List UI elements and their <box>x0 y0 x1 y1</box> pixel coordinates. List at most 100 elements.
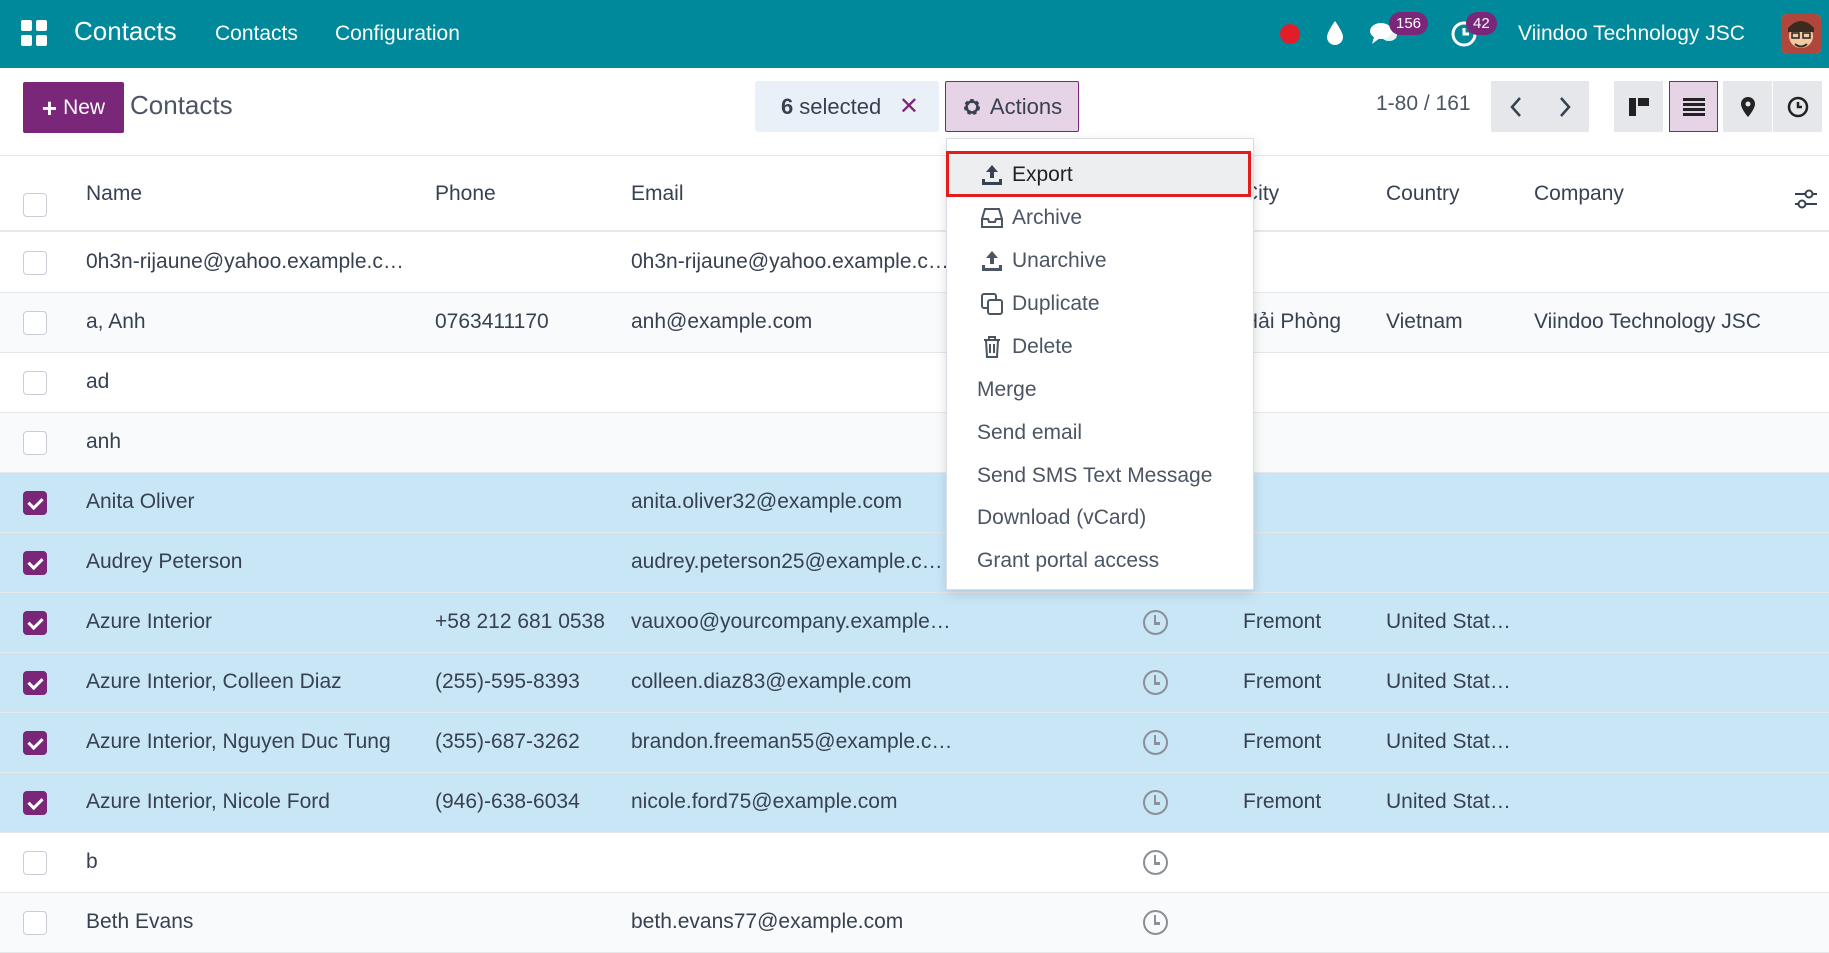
copy-icon <box>981 293 1003 315</box>
control-panel: + New Contacts 6 selected ✕ Actions 1-80 … <box>0 68 1829 156</box>
select-all-checkbox[interactable] <box>23 193 47 217</box>
column-header-email[interactable]: Email <box>631 182 684 206</box>
table-row[interactable]: Azure Interior, Nguyen Duc Tung (355)-687… <box>0 713 1829 773</box>
row-checkbox[interactable] <box>23 491 47 515</box>
activity-clock-icon[interactable] <box>1143 850 1168 875</box>
menu-item-send-sms[interactable]: Send SMS Text Message <box>947 454 1253 497</box>
cell-email: beth.evans77@example.com <box>631 910 904 933</box>
table-row[interactable]: a, Anh 0763411170 anh@example.com Hải Phòng… <box>0 293 1829 353</box>
clock-icon <box>1787 96 1808 117</box>
activity-clock-icon[interactable] <box>1143 790 1168 815</box>
activity-clock-icon[interactable] <box>1143 670 1168 695</box>
clear-selection-icon[interactable]: ✕ <box>899 92 919 121</box>
app-brand[interactable]: Contacts <box>74 16 177 47</box>
table-row[interactable]: ad <box>0 353 1829 413</box>
cell-name: Beth Evans <box>86 910 194 933</box>
table-row[interactable]: b <box>0 833 1829 893</box>
activities-badge: 42 <box>1466 12 1497 35</box>
actions-dropdown-menu: Export Archive Unarchive Duplicate Delet… <box>946 138 1254 590</box>
menu-item-download-vcard[interactable]: Download (vCard) <box>947 496 1253 539</box>
cell-email: colleen.diaz83@example.com <box>631 670 912 693</box>
cell-phone: (255)-595-8393 <box>435 670 580 693</box>
menu-item-delete[interactable]: Delete <box>947 325 1253 368</box>
cell-city: Fremont <box>1243 610 1322 633</box>
nav-link-configuration[interactable]: Configuration <box>335 22 460 46</box>
record-icon[interactable] <box>1280 24 1300 44</box>
column-header-name[interactable]: Name <box>86 182 142 206</box>
export-highlight-frame <box>946 151 1251 197</box>
row-checkbox[interactable] <box>23 551 47 575</box>
trash-icon <box>984 336 1000 358</box>
activity-clock-icon[interactable] <box>1143 910 1168 935</box>
archive-icon <box>981 208 1003 228</box>
cell-email: brandon.freeman55@example.c… <box>631 730 953 753</box>
menu-item-duplicate[interactable]: Duplicate <box>947 282 1253 325</box>
pager-value[interactable]: 1-80 / 161 <box>1376 92 1471 116</box>
cell-country: Vietnam <box>1386 310 1463 333</box>
table-row[interactable]: 0h3n-rijaune@yahoo.example.c… 0h3n-rijaun… <box>0 233 1829 293</box>
column-header-country[interactable]: Country <box>1386 182 1460 206</box>
table-row[interactable]: Azure Interior, Colleen Diaz (255)-595-83… <box>0 653 1829 713</box>
menu-item-send-email[interactable]: Send email <box>947 411 1253 454</box>
cell-name: ad <box>86 370 110 393</box>
company-switcher[interactable]: Viindoo Technology JSC <box>1518 22 1745 46</box>
menu-item-merge[interactable]: Merge <box>947 368 1253 411</box>
menu-item-unarchive[interactable]: Unarchive <box>947 239 1253 282</box>
row-checkbox[interactable] <box>23 611 47 635</box>
optional-columns-icon[interactable] <box>1795 189 1817 214</box>
menu-item-archive[interactable]: Archive <box>947 196 1253 239</box>
row-checkbox[interactable] <box>23 251 47 275</box>
actions-button[interactable]: Actions <box>945 81 1079 132</box>
cell-email: vauxoo@yourcompany.example… <box>631 610 951 633</box>
cell-name: Anita Oliver <box>86 490 195 513</box>
menu-item-send-email-label: Send email <box>977 421 1083 444</box>
messages-badge: 156 <box>1389 12 1429 35</box>
row-checkbox[interactable] <box>23 371 47 395</box>
activity-view-button[interactable] <box>1773 81 1822 132</box>
table-row[interactable]: anh <box>0 413 1829 473</box>
menu-item-unarchive-label: Unarchive <box>1012 249 1107 272</box>
cell-name: Azure Interior, Colleen Diaz <box>86 670 342 693</box>
page-title: Contacts <box>130 90 233 120</box>
column-header-phone[interactable]: Phone <box>435 182 496 206</box>
table-row[interactable]: Beth Evans beth.evans77@example.com <box>0 893 1829 953</box>
user-avatar[interactable] <box>1781 14 1821 54</box>
cell-city: Fremont <box>1243 730 1322 753</box>
column-header-company[interactable]: Company <box>1534 182 1624 206</box>
pager-previous-button[interactable] <box>1491 81 1540 132</box>
table-row[interactable]: Azure Interior +58 212 681 0538 vauxoo@you… <box>0 593 1829 653</box>
nav-link-contacts[interactable]: Contacts <box>215 22 298 46</box>
row-checkbox[interactable] <box>23 431 47 455</box>
row-checkbox[interactable] <box>23 791 47 815</box>
cell-name: a, Anh <box>86 310 146 333</box>
table-row[interactable]: Audrey Peterson audrey.peterson25@example… <box>0 533 1829 593</box>
table-row[interactable]: Anita Oliver anita.oliver32@example.com <box>0 473 1829 533</box>
row-checkbox[interactable] <box>23 311 47 335</box>
new-button[interactable]: + New <box>23 82 124 133</box>
menu-item-archive-label: Archive <box>1012 206 1083 229</box>
apps-menu-icon[interactable] <box>21 20 47 46</box>
activity-clock-icon[interactable] <box>1143 610 1168 635</box>
menu-item-delete-label: Delete <box>1012 335 1073 358</box>
cell-name: Audrey Peterson <box>86 550 243 573</box>
unarchive-icon <box>982 251 1002 271</box>
pager-next-button[interactable] <box>1540 81 1589 132</box>
menu-item-grant-portal-access[interactable]: Grant portal access <box>947 539 1253 582</box>
map-view-button[interactable] <box>1723 81 1772 132</box>
activity-clock-icon[interactable] <box>1143 730 1168 755</box>
table-row[interactable]: Azure Interior, Nicole Ford (946)-638-603… <box>0 773 1829 833</box>
cell-company: Viindoo Technology JSC <box>1534 310 1761 333</box>
row-checkbox[interactable] <box>23 731 47 755</box>
cell-name: anh <box>86 430 122 453</box>
cell-email: anita.oliver32@example.com <box>631 490 903 513</box>
row-checkbox[interactable] <box>23 911 47 935</box>
list-view-button[interactable] <box>1669 81 1718 132</box>
table-header: Name Phone Email City Country Company <box>0 157 1829 232</box>
kanban-view-button[interactable] <box>1614 81 1663 132</box>
drop-icon[interactable] <box>1326 20 1344 51</box>
cell-country: United Stat… <box>1386 610 1511 633</box>
row-checkbox[interactable] <box>23 671 47 695</box>
cell-name: Azure Interior, Nicole Ford <box>86 790 330 813</box>
cell-phone: +58 212 681 0538 <box>435 610 605 633</box>
row-checkbox[interactable] <box>23 851 47 875</box>
